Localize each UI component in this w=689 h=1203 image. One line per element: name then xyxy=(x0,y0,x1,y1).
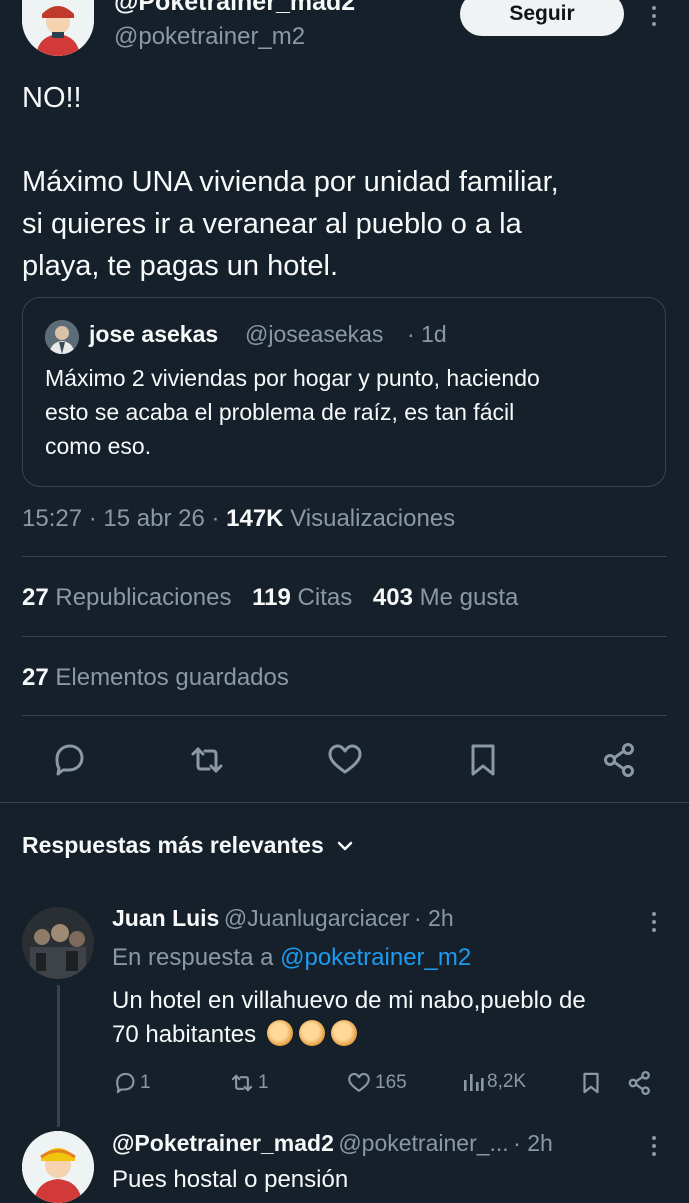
reply-time[interactable]: · 2h xyxy=(414,905,454,931)
reply-text-line: Pues hostal o pensión xyxy=(112,1166,349,1193)
bookmarks-stat[interactable]: 27 Elementos guardados xyxy=(22,664,289,692)
reply-text-line: Un hotel en villahuevo de mi nabo,pueblo… xyxy=(112,987,586,1014)
quotes-stat[interactable]: 119 Citas xyxy=(252,584,359,611)
reply-author-name[interactable]: Juan Luis xyxy=(112,905,219,931)
reply-to-line: En respuesta a @poketrainer_m2 xyxy=(112,944,472,971)
reply-to-link[interactable]: @poketrainer_m2 xyxy=(280,944,471,971)
quoted-author-name: jose asekas xyxy=(89,321,219,347)
more-options-icon[interactable] xyxy=(652,6,656,26)
reply-repost-action[interactable]: 1 xyxy=(228,1070,269,1096)
like-icon xyxy=(348,1072,370,1092)
quoted-author-handle: @joseasekas xyxy=(245,321,384,347)
quoted-text-line: esto se acaba el problema de raíz, es ta… xyxy=(45,399,515,425)
bookmark-icon[interactable] xyxy=(463,740,503,780)
views-count: 147K xyxy=(226,505,284,532)
quoted-tweet[interactable]: jose asekas @joseasekas · 1d Máximo 2 vi… xyxy=(22,297,666,487)
clapping-hands-icon xyxy=(263,1020,357,1048)
share-icon[interactable] xyxy=(600,740,640,780)
reply-text-line-2: 70 habitantes xyxy=(112,1018,357,1052)
replies-sort-dropdown[interactable]: Respuestas más relevantes xyxy=(22,832,356,859)
chevron-down-icon xyxy=(337,841,352,850)
tweet-text-line: si quieres ir a veranear al pueblo o a l… xyxy=(22,208,522,240)
section-separator xyxy=(0,802,689,803)
author-avatar[interactable] xyxy=(22,0,94,56)
reply-time[interactable]: · 2h xyxy=(513,1130,553,1156)
reply-avatar[interactable] xyxy=(22,907,94,979)
repost-icon[interactable] xyxy=(187,740,227,780)
stats-row: 27 Republicaciones 119 Citas 403 Me gust… xyxy=(22,584,518,612)
reply-avatar[interactable] xyxy=(22,1131,94,1203)
reply-author-handle[interactable]: @poketrainer_... xyxy=(338,1130,508,1156)
divider xyxy=(22,556,667,557)
views-icon xyxy=(464,1074,484,1091)
divider xyxy=(22,636,667,637)
reposts-stat[interactable]: 27 Republicaciones xyxy=(22,584,238,611)
quoted-text-line: Máximo 2 viviendas por hogar y punto, ha… xyxy=(45,365,540,391)
tweet-text-line: NO!! xyxy=(22,82,82,114)
reply-share-icon[interactable] xyxy=(626,1069,654,1097)
replies-sort-label: Respuestas más relevantes xyxy=(22,832,324,858)
reply-author-handle[interactable]: @Juanlugarciacer xyxy=(224,905,410,931)
reply-more-options-icon[interactable] xyxy=(652,1136,656,1156)
views-label: Visualizaciones xyxy=(290,505,456,532)
likes-stat[interactable]: 403 Me gusta xyxy=(373,584,518,611)
quoted-time: · 1d xyxy=(407,321,447,347)
reply-thread-line xyxy=(57,985,60,1127)
follow-button[interactable]: Seguir xyxy=(460,0,624,36)
repost-icon xyxy=(231,1074,253,1092)
reply-author-name[interactable]: @Poketrainer_mad2 xyxy=(112,1130,334,1156)
author-handle[interactable]: @poketrainer_m2 xyxy=(114,23,305,51)
author-display-name[interactable]: @Poketrainer_mad2 xyxy=(114,0,355,17)
tweet-meta: 15:27 · 15 abr 26 · 147K Visualizaciones xyxy=(22,505,455,533)
tweet-text-line: Máximo UNA vivienda por unidad familiar, xyxy=(22,166,559,198)
reply-header: @Poketrainer_mad2 @poketrainer_... · 2h xyxy=(112,1130,553,1157)
reply-reply-action[interactable]: 1 xyxy=(112,1070,151,1096)
reply-header: Juan Luis @Juanlugarciacer · 2h xyxy=(112,905,454,932)
tweet-timestamp[interactable]: 15:27 · 15 abr 26 · xyxy=(22,505,219,532)
quoted-text-line: como eso. xyxy=(45,433,152,459)
quoted-author-avatar xyxy=(45,320,79,354)
reply-views-action[interactable]: 8,2K xyxy=(461,1070,526,1094)
reply-more-options-icon[interactable] xyxy=(652,912,656,932)
tweet-text-line: playa, te pagas un hotel. xyxy=(22,250,339,282)
reply-icon[interactable] xyxy=(49,740,89,780)
reply-like-action[interactable]: 165 xyxy=(345,1070,407,1096)
reply-bookmark-icon[interactable] xyxy=(578,1069,604,1097)
reply-icon xyxy=(116,1072,135,1094)
divider xyxy=(22,715,667,716)
like-icon[interactable] xyxy=(325,740,365,780)
